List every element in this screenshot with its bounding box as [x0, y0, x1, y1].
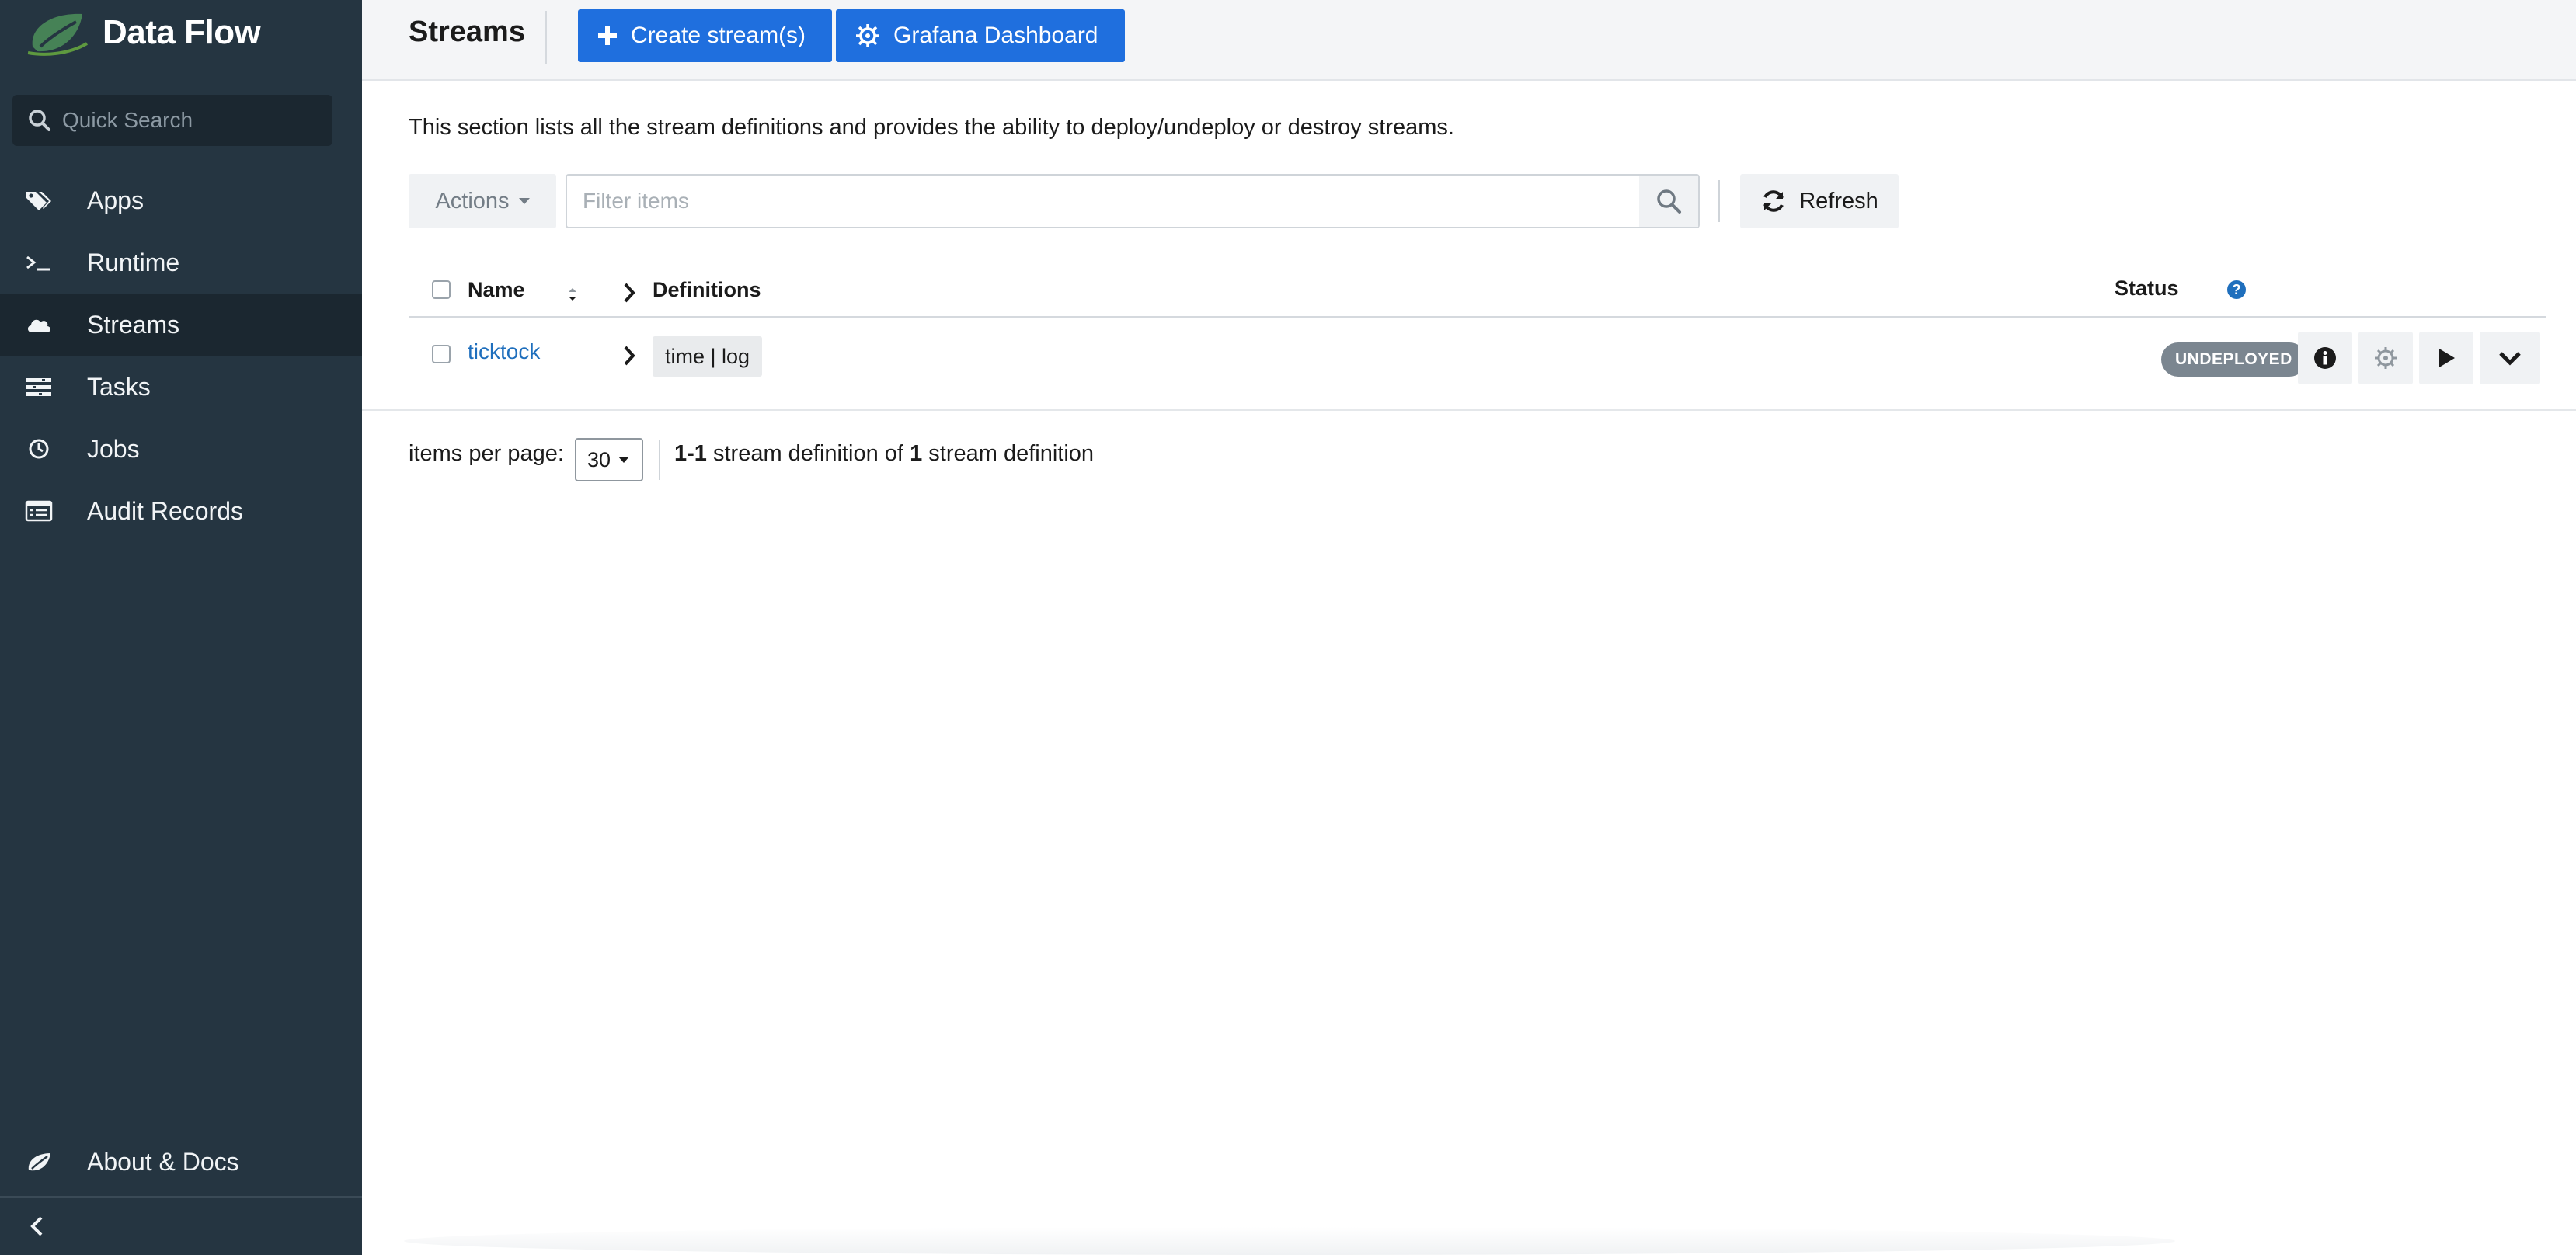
svg-text:?: ? [2233, 282, 2241, 297]
play-icon [2439, 349, 2455, 367]
items-per-page-label: items per page: [409, 441, 564, 466]
column-header-status: Status [2115, 276, 2179, 300]
sidebar-item-about-docs[interactable]: About & Docs [0, 1131, 362, 1193]
sidebar-item-label: Jobs [87, 434, 140, 463]
sidebar: Data Flow Apps [0, 0, 362, 1255]
refresh-label: Refresh [1799, 188, 1878, 214]
sidebar-item-runtime[interactable]: Runtime [0, 231, 362, 294]
sidebar-item-jobs[interactable]: Jobs [0, 418, 362, 480]
info-icon [2314, 347, 2336, 369]
pagination-info: 1-1 stream definition of 1 stream defini… [674, 441, 1094, 467]
stream-name-link[interactable]: ticktock [468, 339, 540, 364]
filter-search-button[interactable] [1639, 176, 1698, 227]
pagination-total: 1 [910, 441, 923, 466]
brand[interactable]: Data Flow [22, 8, 261, 57]
more-actions-button[interactable] [2480, 332, 2540, 384]
cloud-icon [25, 311, 53, 339]
bottom-shadow [404, 1227, 2175, 1255]
grafana-dashboard-label: Grafana Dashboard [893, 23, 1098, 48]
refresh-button[interactable]: Refresh [1740, 174, 1899, 228]
collapse-sidebar-button[interactable] [0, 1196, 362, 1255]
pagination-suffix: stream definition [922, 441, 1095, 466]
column-header-name[interactable]: Name [468, 278, 525, 302]
tasks-icon [25, 373, 53, 401]
page-header: Streams Create stream(s) Grafana Dashboa… [362, 0, 2576, 81]
select-all-checkbox[interactable] [432, 280, 451, 299]
actions-dropdown[interactable]: Actions [409, 174, 556, 228]
sidebar-item-label: Audit Records [87, 496, 243, 525]
terminal-icon [25, 249, 53, 276]
sort-icon[interactable] [566, 284, 580, 306]
leaf-icon [25, 1148, 53, 1176]
pagination-divider [659, 440, 660, 480]
tags-icon [25, 186, 53, 214]
details-button[interactable] [2298, 332, 2352, 384]
table-bottom-border [362, 409, 2576, 411]
main-content: This section lists all the stream defini… [362, 81, 2576, 1255]
actions-label: Actions [435, 188, 510, 214]
sidebar-item-tasks[interactable]: Tasks [0, 356, 362, 418]
plus-icon [598, 26, 617, 45]
table-row: ticktock time | log UNDEPLOYED [409, 321, 2546, 391]
column-header-definitions: Definitions [653, 278, 761, 301]
help-icon[interactable]: ? [2226, 280, 2247, 300]
sidebar-item-audit-records[interactable]: Audit Records [0, 480, 362, 542]
sidebar-item-apps[interactable]: Apps [0, 169, 362, 231]
caret-down-icon [518, 198, 530, 204]
deploy-button[interactable] [2419, 332, 2473, 384]
refresh-icon [1763, 190, 1784, 212]
create-stream-button[interactable]: Create stream(s) [578, 9, 833, 62]
sidebar-item-label: Runtime [87, 248, 180, 276]
pagination-mid-text: stream definition of [706, 441, 910, 466]
search-icon [29, 110, 50, 131]
chevron-left-icon [30, 1216, 43, 1236]
chevron-down-icon [2499, 352, 2521, 366]
spring-leaf-logo-icon [27, 13, 89, 56]
grafana-icon [856, 24, 879, 47]
status-badge: UNDEPLOYED [2161, 342, 2306, 377]
items-per-page-value: 30 [587, 447, 611, 471]
header-divider [545, 11, 547, 64]
toolbar-divider [1718, 180, 1720, 222]
app-title: Data Flow [103, 13, 261, 51]
expand-all-chevron-icon[interactable] [621, 281, 637, 304]
row-checkbox[interactable] [432, 345, 451, 363]
search-icon [1657, 189, 1681, 214]
quick-search[interactable] [12, 95, 332, 146]
items-per-page-select[interactable]: 30 [575, 438, 643, 481]
grafana-dashboard-button[interactable]: Grafana Dashboard [836, 9, 1125, 62]
grafana-stream-button[interactable] [2358, 332, 2413, 384]
pagination-range: 1-1 [674, 441, 707, 466]
sidebar-item-streams[interactable]: Streams [0, 294, 362, 356]
sidebar-item-label: About & Docs [87, 1147, 239, 1176]
filter-input[interactable] [567, 189, 1639, 214]
caret-down-icon [618, 457, 630, 463]
sidebar-item-label: Apps [87, 186, 144, 214]
page-title: Streams [409, 16, 525, 48]
section-description: This section lists all the stream defini… [409, 115, 1454, 140]
sidebar-item-label: Tasks [87, 372, 151, 401]
sidebar-nav: Apps Runtime Streams Tasks Jobs Audit Re… [0, 169, 362, 542]
quick-search-input[interactable] [62, 108, 311, 133]
stream-definition: time | log [653, 336, 763, 377]
create-stream-label: Create stream(s) [631, 23, 806, 48]
expand-row-chevron-icon[interactable] [621, 344, 637, 367]
table-header: Name Definitions Status ? [409, 267, 2546, 318]
list-icon [25, 497, 53, 525]
filter-field[interactable] [566, 174, 1700, 228]
clock-icon [25, 435, 53, 463]
sidebar-item-label: Streams [87, 310, 180, 339]
grafana-icon [2375, 347, 2397, 369]
